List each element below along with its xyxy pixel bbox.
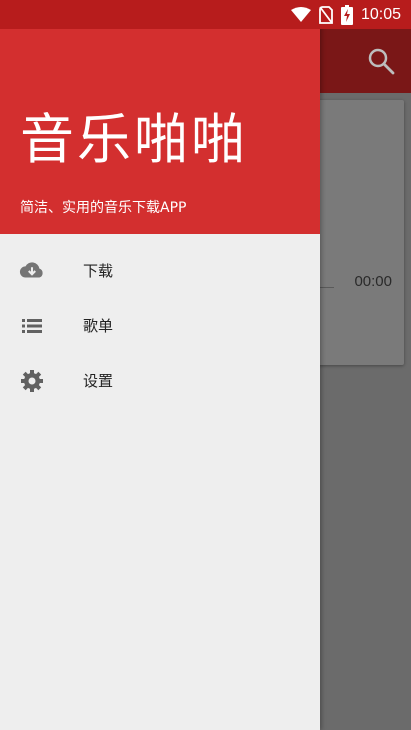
menu-item-settings[interactable]: 设置: [0, 353, 320, 408]
status-time: 10:05: [360, 5, 401, 23]
menu-item-download[interactable]: 下载: [0, 243, 320, 298]
wifi-icon: [290, 6, 311, 23]
progress-line: [320, 287, 334, 288]
navigation-drawer: 音乐啪啪 简洁、实用的音乐下载APP 下载 歌单 设置: [0, 0, 320, 730]
app-title: 音乐啪啪: [20, 108, 248, 171]
gear-icon: [19, 368, 45, 394]
menu-label-settings: 设置: [83, 372, 114, 390]
menu-label-playlist: 歌单: [83, 317, 114, 335]
cloud-download-icon: [19, 258, 45, 284]
list-icon: [19, 313, 45, 339]
no-sim-icon: [319, 5, 333, 24]
card-time: 00:00: [354, 273, 392, 290]
drawer-header: 音乐啪啪 简洁、实用的音乐下载APP: [0, 29, 320, 234]
status-bar: 10:05: [0, 0, 411, 29]
app-subtitle: 简洁、实用的音乐下载APP: [20, 200, 187, 216]
drawer-menu: 下载 歌单 设置: [0, 243, 320, 408]
menu-label-download: 下载: [83, 262, 114, 280]
menu-item-playlist[interactable]: 歌单: [0, 298, 320, 353]
battery-charging-icon: [340, 4, 353, 25]
search-icon[interactable]: [367, 47, 395, 75]
